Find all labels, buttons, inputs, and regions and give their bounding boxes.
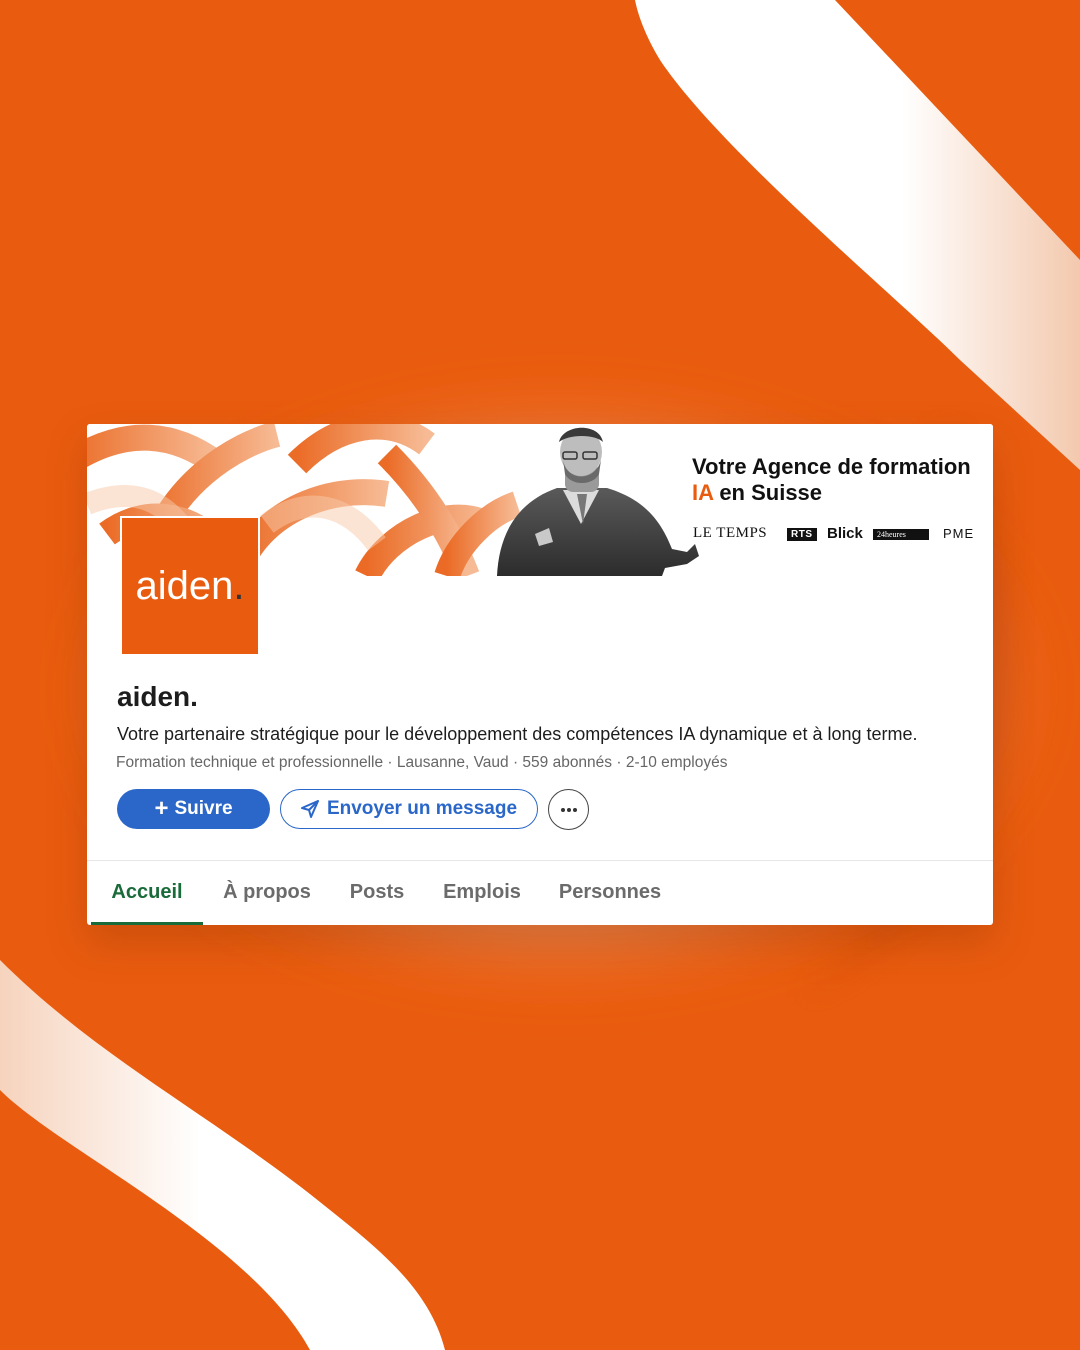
company-meta: Formation technique et professionnelle ·…	[116, 754, 728, 771]
send-message-label: Envoyer un message	[326, 798, 518, 819]
more-icon	[560, 807, 577, 812]
banner-headline-line1: Votre Agence de formation	[692, 454, 971, 479]
banner-headline-line2: IA en Suisse	[692, 480, 992, 506]
follow-button[interactable]: + Suivre	[117, 789, 270, 829]
banner-headline-rest: en Suisse	[719, 480, 823, 505]
press-logo-letemps: LE TEMPS	[693, 525, 768, 541]
send-icon	[300, 800, 319, 818]
company-logo[interactable]: aiden.	[120, 516, 260, 656]
company-name: aiden.	[117, 681, 198, 712]
logo-wordmark: aiden.	[136, 564, 245, 609]
more-options-button[interactable]	[548, 789, 589, 830]
active-tab-indicator	[91, 922, 203, 925]
banner-accent-text: IA	[692, 480, 714, 505]
tab-accueil[interactable]: Accueil	[97, 861, 197, 923]
press-logo-blick: Blick	[827, 525, 863, 542]
company-page-card: Votre Agence de formation IA en Suisse L…	[87, 424, 993, 925]
press-logo-pme: PME	[943, 526, 975, 541]
logo-dot: .	[233, 563, 245, 608]
logo-text: aiden	[135, 563, 234, 608]
tab-emplois[interactable]: Emplois	[437, 861, 527, 923]
company-tagline: Votre partenaire stratégique pour le dév…	[117, 724, 918, 744]
press-logo-rts: RTS	[787, 528, 817, 541]
page-tabs: Accueil À propos Posts Emplois Personnes	[87, 861, 993, 925]
plus-icon: +	[154, 795, 169, 822]
press-logo-24heures: 24heures	[873, 529, 929, 540]
speaker-photo	[497, 427, 699, 576]
banner-headline: Votre Agence de formation IA en Suisse	[692, 454, 992, 506]
tab-posts[interactable]: Posts	[339, 861, 415, 923]
follow-button-label: Suivre	[174, 798, 233, 819]
tab-a-propos[interactable]: À propos	[217, 861, 317, 923]
tab-personnes[interactable]: Personnes	[553, 861, 667, 923]
send-message-button[interactable]: Envoyer un message	[280, 789, 538, 829]
